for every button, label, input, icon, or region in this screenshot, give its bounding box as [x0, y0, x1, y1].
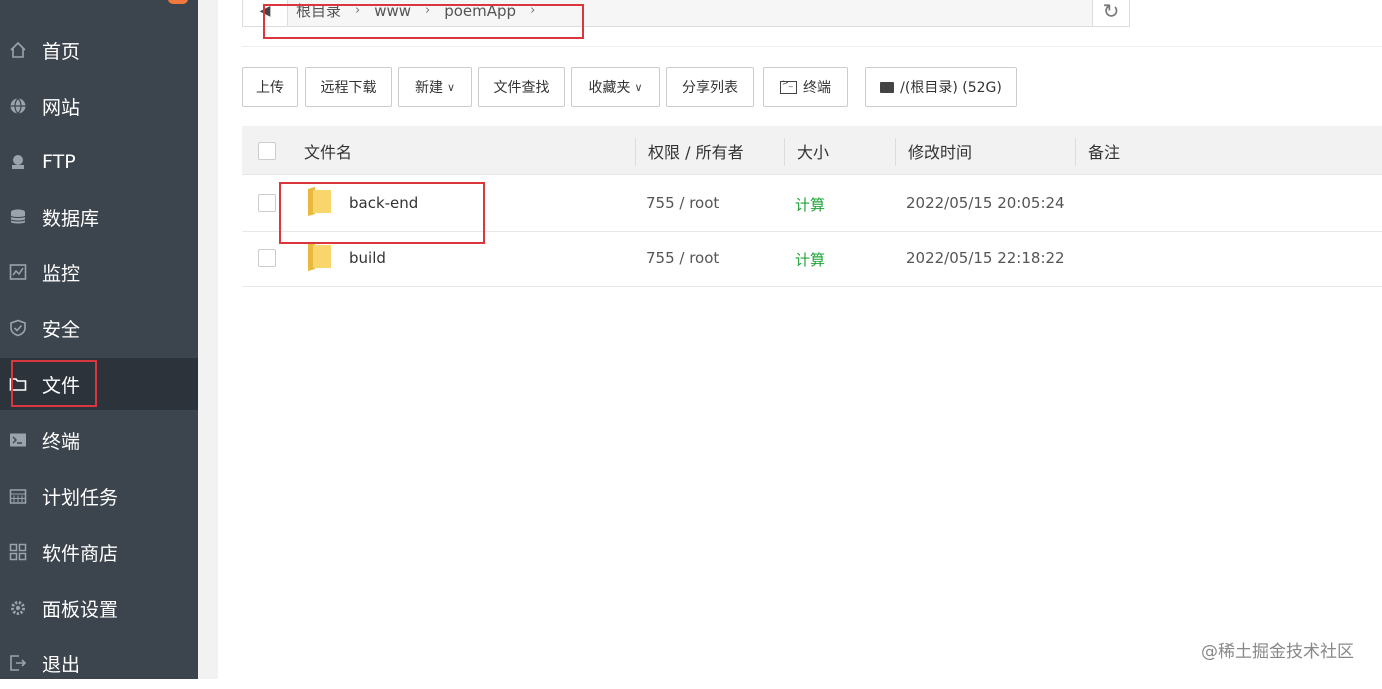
remote-download-button[interactable]: 远程下载: [305, 67, 392, 107]
sidebar-item-app-store[interactable]: 软件商店: [0, 526, 198, 578]
header-filename[interactable]: 文件名: [304, 126, 352, 175]
terminal-button-label: 终端: [803, 80, 831, 96]
file-modified: 2022/05/15 22:18:22: [906, 249, 1065, 267]
refresh-icon: ↻: [1102, 0, 1120, 23]
table-row[interactable]: back-end 755 / root 计算 2022/05/15 20:05:…: [242, 176, 1382, 232]
file-table-header: 文件名 权限 / 所有者 大小 修改时间 备注: [242, 126, 1382, 175]
ftp-icon: [9, 153, 27, 171]
column-divider: [784, 138, 785, 166]
new-dropdown-button[interactable]: 新建 ∨: [398, 67, 472, 107]
table-row[interactable]: build 755 / root 计算 2022/05/15 22:18:22: [242, 231, 1382, 287]
column-divider: [895, 138, 896, 166]
header-modified[interactable]: 修改时间: [908, 126, 972, 175]
share-list-button-label: 分享列表: [682, 80, 738, 96]
arrow-left-icon: ◀: [259, 2, 271, 19]
sidebar-item-label: 数据库: [42, 207, 100, 230]
monitor-icon: [9, 263, 27, 281]
sidebar-item-files[interactable]: 文件: [0, 358, 198, 410]
breadcrumb-item-poemapp[interactable]: poemApp: [444, 2, 516, 20]
upload-button[interactable]: 上传: [242, 67, 298, 107]
gear-icon: [9, 599, 27, 617]
calculate-size-link[interactable]: 计算: [795, 194, 825, 215]
logout-icon: [9, 654, 27, 672]
sidebar-item-label: 软件商店: [42, 542, 119, 565]
sidebar-item-terminal[interactable]: 终端: [0, 414, 198, 466]
chevron-right-icon: ›: [530, 3, 536, 18]
sidebar-item-label: FTP: [42, 151, 76, 173]
sidebar-item-label: 终端: [42, 430, 81, 453]
sidebar-item-label: 面板设置: [42, 598, 119, 621]
chevron-right-icon: ›: [425, 3, 431, 18]
sidebar-item-home[interactable]: 首页: [0, 24, 198, 76]
refresh-button[interactable]: ↻: [1092, 0, 1129, 26]
terminal-icon: [9, 431, 27, 449]
sidebar-item-security[interactable]: 安全: [0, 302, 198, 354]
breadcrumb: ◀ 根目录 › www › poemApp › ↻: [242, 0, 1130, 27]
remote-download-button-label: 远程下载: [320, 80, 377, 96]
sidebar-item-label: 首页: [42, 40, 81, 63]
sidebar-item-label: 文件: [42, 374, 81, 397]
sidebar-item-cron[interactable]: 计划任务: [0, 470, 198, 522]
disk-button[interactable]: /(根目录) (52G): [865, 67, 1017, 107]
column-divider: [635, 138, 636, 166]
file-name[interactable]: build: [349, 249, 386, 267]
file-search-button-label: 文件查找: [493, 80, 550, 96]
file-modified: 2022/05/15 20:05:24: [906, 194, 1065, 212]
terminal-button[interactable]: 终端: [763, 67, 848, 107]
sidebar-item-database[interactable]: 数据库: [0, 191, 198, 243]
database-icon: [9, 208, 27, 226]
sidebar-item-monitor[interactable]: 监控: [0, 246, 198, 298]
calculate-size-link[interactable]: 计算: [795, 249, 825, 270]
home-icon: [9, 41, 27, 59]
shield-icon: [9, 319, 27, 337]
disk-icon: [880, 81, 895, 93]
row-checkbox[interactable]: [258, 249, 276, 267]
sidebar-item-website[interactable]: 网站: [0, 80, 198, 132]
sidebar-item-label: 退出: [42, 653, 81, 676]
sidebar-item-logout[interactable]: 退出: [0, 637, 198, 689]
upload-button-label: 上传: [256, 80, 284, 96]
row-checkbox[interactable]: [258, 194, 276, 212]
sidebar-item-ftp[interactable]: FTP: [0, 136, 198, 188]
folder-icon: [308, 187, 331, 216]
favorites-dropdown-button[interactable]: 收藏夹 ∨: [571, 67, 660, 107]
header-note: 备注: [1088, 143, 1121, 162]
file-search-button[interactable]: 文件查找: [478, 67, 565, 107]
chevron-right-icon: ›: [355, 3, 361, 18]
globe-icon: [9, 97, 27, 115]
favorites-button-label: 收藏夹: [588, 80, 631, 96]
new-button-label: 新建: [414, 80, 443, 96]
calendar-icon: [9, 487, 27, 505]
header-permission[interactable]: 权限 / 所有者: [648, 126, 744, 175]
divider: [242, 46, 1382, 47]
file-permission[interactable]: 755 / root: [646, 194, 719, 212]
notification-badge: [168, 0, 188, 4]
sidebar-item-label: 安全: [42, 318, 81, 341]
header-size[interactable]: 大小: [797, 126, 829, 175]
select-all-checkbox[interactable]: [258, 142, 276, 160]
back-button[interactable]: ◀: [243, 0, 288, 26]
column-divider: [1075, 138, 1076, 166]
sidebar-item-label: 计划任务: [42, 486, 119, 509]
sidebar-item-label: 网站: [42, 96, 81, 119]
chevron-down-icon: ∨: [446, 80, 456, 94]
apps-icon: [9, 543, 27, 561]
content-divider: [198, 0, 218, 679]
file-name[interactable]: back-end: [349, 194, 418, 212]
sidebar-item-label: 监控: [42, 262, 81, 285]
folder-icon: [9, 375, 27, 393]
breadcrumb-path: 根目录 › www › poemApp ›: [296, 0, 549, 26]
disk-button-label: /(根目录) (52G): [900, 80, 1002, 96]
breadcrumb-item-root[interactable]: 根目录: [296, 0, 341, 21]
terminal-icon: [780, 78, 797, 94]
breadcrumb-item-www[interactable]: www: [374, 2, 411, 20]
watermark: @稀土掘金技术社区: [1201, 642, 1354, 662]
sidebar: 首页 网站 FTP 数据库 监控 安全 文件 终端 计划任务 软件商店 面板设置…: [0, 0, 198, 679]
file-permission[interactable]: 755 / root: [646, 249, 719, 267]
share-list-button[interactable]: 分享列表: [666, 67, 754, 107]
sidebar-item-settings[interactable]: 面板设置: [0, 582, 198, 634]
folder-icon: [308, 242, 331, 271]
chevron-down-icon: ∨: [634, 80, 643, 94]
